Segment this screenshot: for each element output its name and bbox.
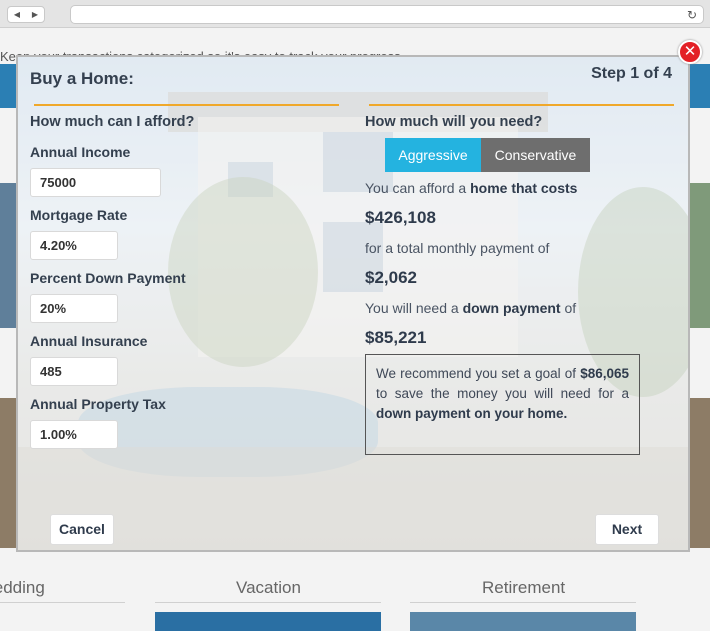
back-arrow-icon[interactable]: ◀ — [8, 7, 26, 22]
property-tax-input[interactable] — [30, 420, 118, 449]
annual-income-input[interactable] — [30, 168, 161, 197]
divider — [0, 602, 125, 603]
category-thumbnail — [410, 612, 636, 631]
divider — [410, 602, 636, 603]
recommend-emphasis: down payment on your home. — [376, 406, 568, 421]
monthly-text: for a total monthly payment of — [365, 240, 550, 256]
down-payment-value: $85,221 — [365, 328, 427, 347]
recommend-text: We recommend you set a goal of — [376, 366, 581, 381]
down-payment-percent-input[interactable] — [30, 294, 118, 323]
browser-nav-buttons: ◀ ▶ — [7, 6, 45, 23]
next-button[interactable]: Next — [595, 514, 659, 545]
strategy-toggle: Aggressive Conservative — [385, 138, 590, 172]
modal-overlay — [18, 57, 688, 550]
annual-income-label: Annual Income — [30, 144, 131, 160]
recommendation-box: We recommend you set a goal of $86,065 t… — [365, 354, 640, 455]
mortgage-rate-label: Mortgage Rate — [30, 207, 128, 223]
browser-toolbar: ◀ ▶ ↻ — [0, 0, 710, 28]
home-cost-value: $426,108 — [365, 208, 436, 227]
cancel-button[interactable]: Cancel — [50, 514, 114, 545]
address-bar[interactable]: ↻ — [70, 5, 704, 24]
aggressive-toggle[interactable]: Aggressive — [385, 138, 481, 172]
forward-arrow-icon[interactable]: ▶ — [26, 7, 44, 22]
category-wedding[interactable]: Wedding — [0, 578, 45, 598]
monthly-payment-value: $2,062 — [365, 268, 417, 287]
background-photo — [690, 183, 710, 328]
recommend-text: to save the money you will need for a — [376, 386, 629, 401]
need-heading: How much will you need? — [365, 114, 543, 130]
annual-insurance-input[interactable] — [30, 357, 118, 386]
mortgage-rate-input[interactable] — [30, 231, 118, 260]
divider — [155, 602, 381, 603]
buy-home-modal: Buy a Home: Step 1 of 4 How much can I a… — [16, 55, 690, 552]
afford-emphasis: home that costs — [470, 180, 578, 196]
reload-icon[interactable]: ↻ — [687, 7, 697, 23]
down-suffix: of — [560, 300, 577, 316]
category-retirement[interactable]: Retirement — [482, 578, 565, 598]
background-photo — [690, 398, 710, 548]
category-thumbnail — [155, 612, 381, 631]
down-emphasis: down payment — [462, 300, 561, 316]
divider — [369, 104, 674, 106]
afford-prefix: You can afford a — [365, 180, 471, 196]
modal-title: Buy a Home: — [30, 69, 134, 88]
down-prefix: You will need a — [365, 300, 463, 316]
step-indicator: Step 1 of 4 — [591, 65, 672, 82]
down-payment-percent-label: Percent Down Payment — [30, 270, 186, 286]
divider — [34, 104, 339, 106]
property-tax-label: Annual Property Tax — [30, 396, 166, 412]
close-icon[interactable]: ✕ — [678, 40, 702, 64]
goal-amount: $86,065 — [580, 366, 629, 381]
down-payment-text: You will need a down payment of — [365, 300, 576, 316]
annual-insurance-label: Annual Insurance — [30, 333, 148, 349]
conservative-toggle[interactable]: Conservative — [481, 138, 590, 172]
afford-text: You can afford a home that costs — [365, 180, 577, 196]
category-vacation[interactable]: Vacation — [236, 578, 301, 598]
afford-heading: How much can I afford? — [30, 114, 195, 130]
